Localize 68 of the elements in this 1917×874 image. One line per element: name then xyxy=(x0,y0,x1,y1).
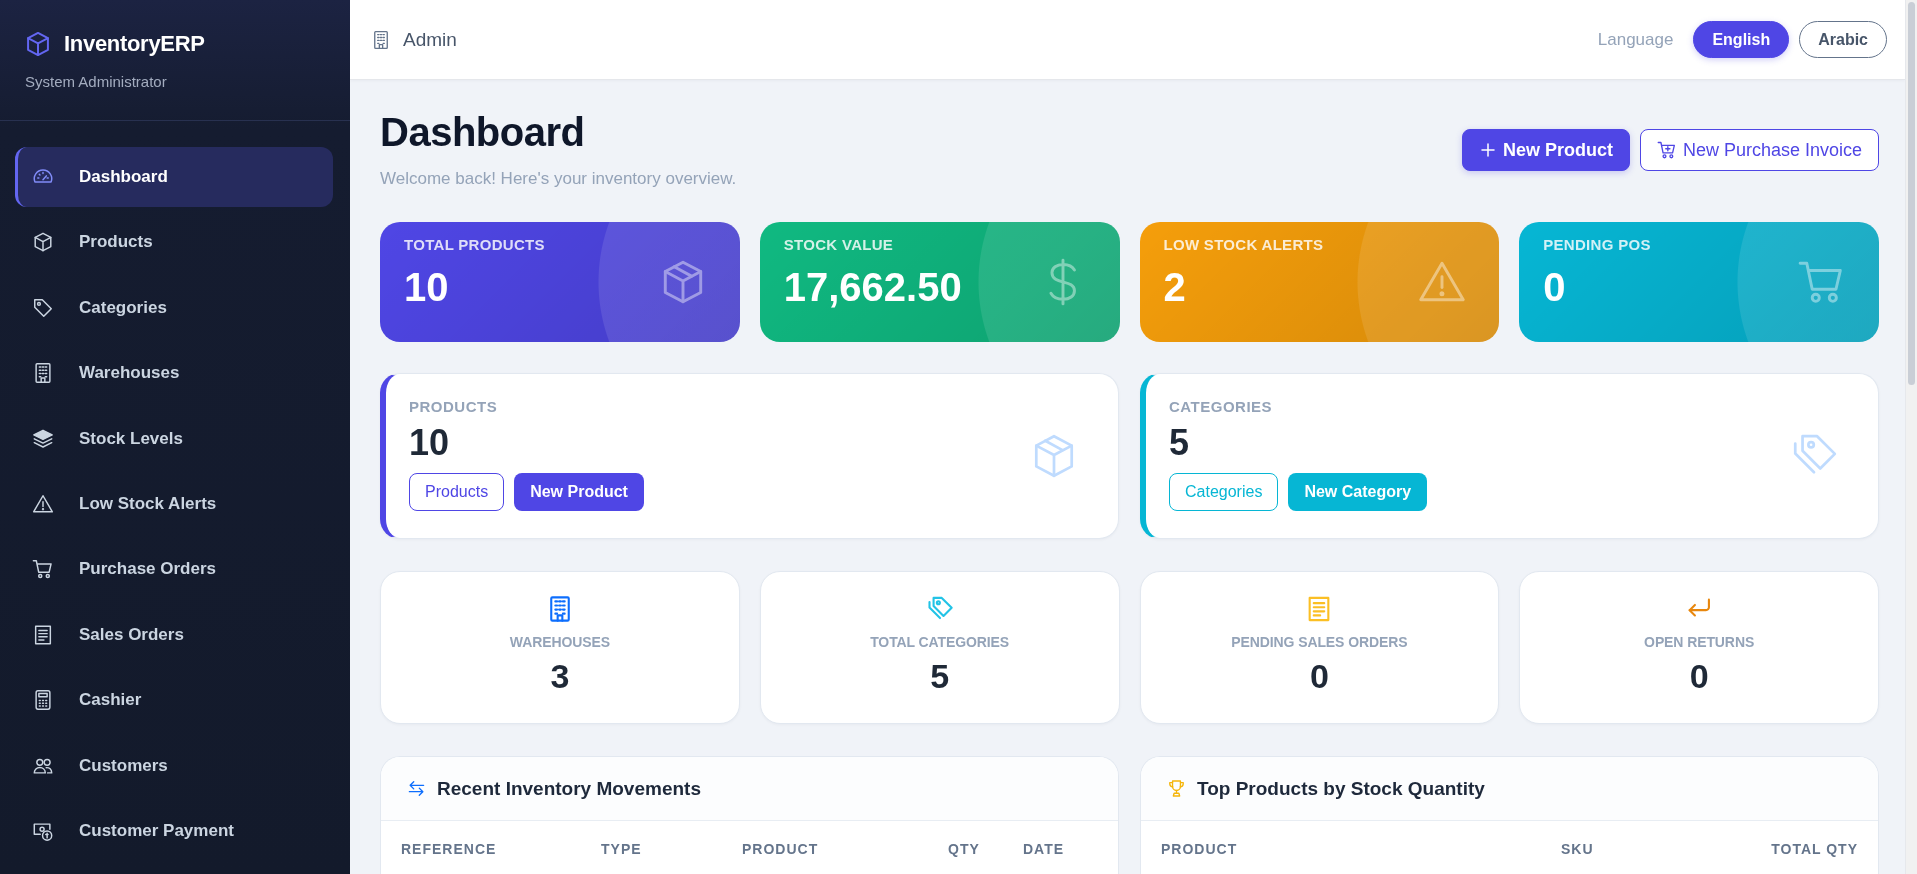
sidebar-item[interactable]: Warehouses xyxy=(15,343,333,404)
stat-value: 0 xyxy=(1543,264,1566,311)
metric-label: PENDING SALES ORDERS xyxy=(1231,633,1408,651)
stat-value: 2 xyxy=(1163,264,1186,311)
stat-value: 10 xyxy=(404,264,449,311)
primary-button[interactable]: New Product xyxy=(1461,129,1630,171)
cart-icon xyxy=(32,558,54,581)
stat-label: TOTAL PRODUCTS xyxy=(404,235,545,255)
column-header: TOTAL QTY xyxy=(1771,840,1858,858)
primary-button[interactable]: New Product xyxy=(514,473,644,511)
column-header: SKU xyxy=(1561,840,1595,858)
metric-value: 0 xyxy=(1689,656,1709,696)
brand-name: InventoryERP xyxy=(64,30,205,58)
sidebar-item[interactable]: Customer Payment xyxy=(15,800,333,861)
building-icon xyxy=(371,29,391,50)
metric-label: WAREHOUSES xyxy=(509,633,610,651)
summary-value: 10 xyxy=(409,421,450,465)
sidebar-item[interactable]: Products xyxy=(15,212,333,273)
calculator-icon xyxy=(32,689,54,712)
stat-label: LOW STOCK ALERTS xyxy=(1163,235,1324,255)
language-button[interactable]: English xyxy=(1693,21,1790,58)
building-icon xyxy=(32,362,54,385)
page-title: Dashboard xyxy=(380,110,585,154)
metric-value: 5 xyxy=(930,656,950,696)
column-header: REFERENCE xyxy=(401,840,498,858)
sidebar-item[interactable]: Cashier xyxy=(15,670,333,731)
stat-value: 17,662.50 xyxy=(783,264,962,311)
summary-value: 5 xyxy=(1169,421,1190,465)
tag-icon xyxy=(32,296,54,319)
sidebar-item[interactable]: Categories xyxy=(15,277,333,338)
summary-label: PRODUCTS xyxy=(409,397,498,417)
secondary-button[interactable]: New Purchase Invoice xyxy=(1639,129,1879,171)
summary-label: CATEGORIES xyxy=(1169,397,1273,417)
metric-value: 3 xyxy=(550,656,570,696)
swap-arrows-icon xyxy=(407,779,426,798)
cart-plus-icon xyxy=(1656,140,1677,160)
language-button[interactable]: Arabic xyxy=(1799,21,1887,58)
page-subtitle: Welcome back! Here's your inventory overview. xyxy=(380,168,737,190)
column-header: PRODUCT xyxy=(742,840,820,858)
header-title: Admin xyxy=(403,28,457,51)
warning-icon xyxy=(32,492,54,515)
sidebar-item[interactable]: Low Stock Alerts xyxy=(15,473,333,534)
panel-title: Recent Inventory Movements xyxy=(437,777,701,800)
stat-label: STOCK VALUE xyxy=(783,235,894,255)
secondary-button[interactable]: Products xyxy=(409,473,505,511)
sidebar-item[interactable]: Sales Orders xyxy=(15,604,333,665)
column-header: DATE xyxy=(1023,840,1066,858)
language-label: Language xyxy=(1597,29,1674,50)
panel-title: Top Products by Stock Quantity xyxy=(1197,777,1485,800)
metric-label: OPEN RETURNS xyxy=(1644,633,1755,651)
cube-icon xyxy=(32,231,54,254)
scrollbar-thumb[interactable] xyxy=(1908,2,1915,385)
user-role: System Administrator xyxy=(25,72,167,92)
sidebar-item[interactable]: Dashboard xyxy=(15,147,333,207)
column-header: TYPE xyxy=(601,840,643,858)
cube-icon xyxy=(24,30,52,58)
layers-icon xyxy=(32,427,54,450)
sidebar-item[interactable]: Stock Levels xyxy=(15,408,333,469)
column-header: QTY xyxy=(948,840,981,858)
sidebar-item[interactable]: Purchase Orders xyxy=(15,539,333,600)
receipt-icon xyxy=(32,623,54,646)
stat-label: PENDING POS xyxy=(1543,235,1651,255)
sidebar-item[interactable]: Customers xyxy=(15,735,333,796)
trophy-icon xyxy=(1167,779,1186,798)
metric-label: TOTAL CATEGORIES xyxy=(870,633,1010,651)
column-header: PRODUCT xyxy=(1161,840,1239,858)
metric-value: 0 xyxy=(1309,656,1329,696)
plus-icon xyxy=(1478,141,1497,159)
